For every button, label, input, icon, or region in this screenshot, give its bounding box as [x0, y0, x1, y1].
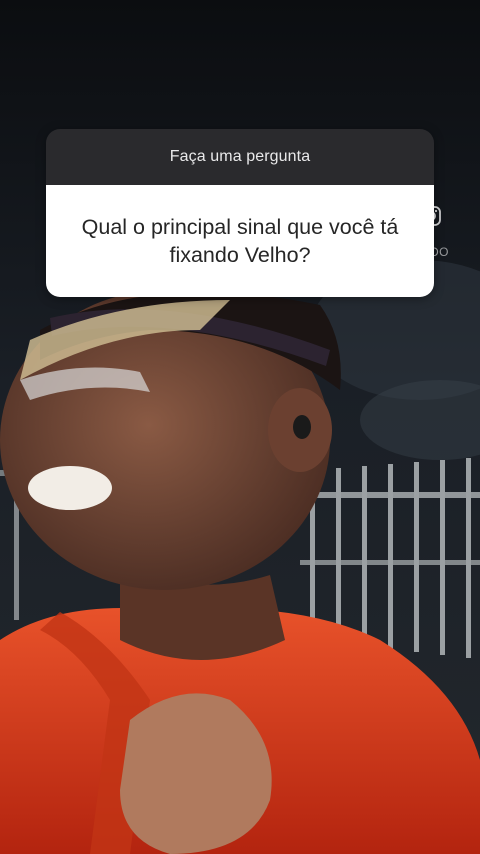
watermark-handle: @FUTEGRUIDO: [352, 245, 450, 259]
earbud: [293, 415, 311, 439]
question-sticker-header: Faça uma pergunta: [46, 129, 434, 185]
question-text: Qual o principal sinal que você tá fixan…: [81, 215, 399, 267]
instagram-icon: [421, 206, 441, 226]
watermark: @FUTEGRUIDO: [352, 205, 449, 265]
story-frame: Faça uma pergunta Qual o principal sinal…: [0, 0, 480, 854]
open-mouth: [28, 466, 112, 510]
question-prompt: Faça uma pergunta: [169, 148, 311, 165]
